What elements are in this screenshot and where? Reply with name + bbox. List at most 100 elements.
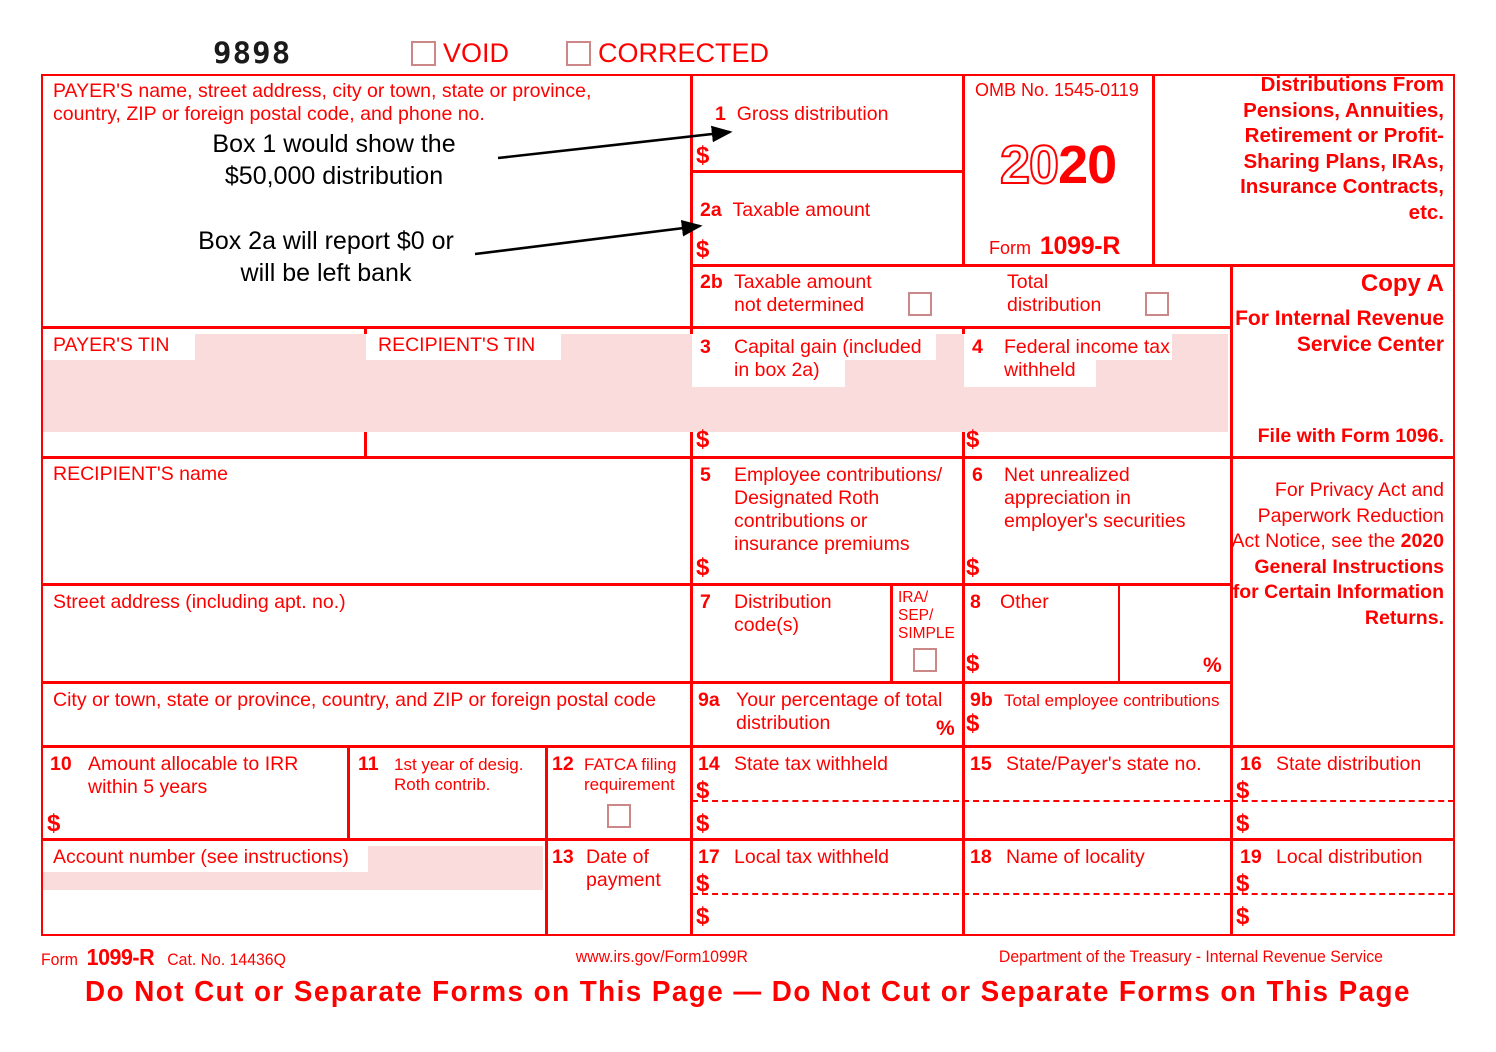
box9b-dollar-sign: $ bbox=[966, 710, 980, 737]
form-word: Form bbox=[989, 238, 1031, 258]
box9a-number: 9a bbox=[698, 689, 720, 711]
rule-box1-box2a bbox=[690, 170, 962, 173]
box9b-text: Total employee contributions bbox=[1004, 691, 1220, 710]
box16-dollar-sign-2: $ bbox=[1236, 810, 1250, 837]
box2a-number: 2a bbox=[700, 199, 722, 221]
void-label: VOID bbox=[443, 38, 510, 68]
divider-box9a-box9b bbox=[962, 681, 965, 745]
footer-form-number: 1099-R bbox=[86, 944, 155, 970]
recipient-name-label: RECIPIENT'S name bbox=[53, 463, 228, 485]
box11-text: 1st year of desig. Roth contrib. bbox=[394, 755, 524, 794]
box1-number: 1 bbox=[715, 103, 726, 125]
form-title: Distributions From Pensions, Annuities, … bbox=[1240, 73, 1444, 224]
box8-text: Other bbox=[1000, 591, 1049, 613]
box2a-label: 2a Taxable amount bbox=[700, 176, 870, 222]
annotation-box2a-note: Box 2a will report $0 or will be left ba… bbox=[198, 227, 454, 287]
box9b-number: 9b bbox=[970, 689, 993, 711]
divider-omb-right bbox=[1152, 74, 1155, 264]
footer-cat-no: Cat. No. 14436Q bbox=[167, 950, 286, 969]
box4-text: Federal income tax withheld bbox=[1004, 336, 1170, 381]
box1-text: Gross distribution bbox=[736, 103, 889, 125]
void-checkbox[interactable] bbox=[411, 41, 436, 66]
divider-box7-ira bbox=[890, 583, 893, 681]
box8-percent-sign: % bbox=[1203, 654, 1222, 677]
box7-number: 7 bbox=[700, 591, 711, 613]
box4-number: 4 bbox=[972, 336, 983, 358]
divider-left-column bbox=[690, 74, 693, 936]
box2a-text: Taxable amount bbox=[732, 199, 871, 221]
box6-dollar-sign: $ bbox=[966, 554, 980, 581]
form-number-block: Form 1099-R bbox=[989, 232, 1120, 261]
divider-box18-box19 bbox=[1230, 838, 1233, 936]
rule-recipient-row-top bbox=[41, 456, 1455, 459]
divider-box11-box12 bbox=[545, 745, 548, 838]
divider-account-box13 bbox=[545, 838, 548, 936]
box9a-percent-sign: % bbox=[936, 717, 955, 740]
corrected-checkbox[interactable] bbox=[566, 41, 591, 66]
do-not-cut-notice: Do Not Cut or Separate Forms on This Pag… bbox=[85, 976, 1411, 1008]
divider-box17-box18 bbox=[962, 838, 965, 936]
rule-box10-row-top bbox=[41, 745, 1455, 748]
box6-text: Net unrealized appreciation in employer'… bbox=[1004, 464, 1186, 532]
tax-year-hollow: 20 bbox=[999, 135, 1060, 195]
box7-text: Distribution code(s) bbox=[734, 591, 832, 636]
total-distribution-text: Total distribution bbox=[1007, 271, 1102, 316]
omb-number: OMB No. 1545-0119 bbox=[975, 80, 1139, 100]
box12-text: FATCA filing requirement bbox=[584, 755, 677, 794]
box4-dollar-sign: $ bbox=[966, 426, 980, 453]
box19-text: Local distribution bbox=[1276, 846, 1423, 868]
box11-number: 11 bbox=[358, 753, 379, 775]
box6-number: 6 bbox=[972, 464, 983, 486]
box1-label: 1 Gross distribution bbox=[715, 80, 888, 126]
box14-text: State tax withheld bbox=[734, 753, 888, 775]
box5-dollar-sign: $ bbox=[696, 554, 710, 581]
box12-number: 12 bbox=[552, 753, 574, 775]
footer-form-word: Form bbox=[41, 950, 78, 969]
footer-department: Department of the Treasury - Internal Re… bbox=[998, 947, 1383, 966]
rule-account-row-top bbox=[41, 838, 1455, 841]
rule-street-row-top bbox=[41, 583, 1230, 586]
dash-box16-rows bbox=[1232, 800, 1454, 802]
tax-year-solid: 20 bbox=[1058, 135, 1117, 195]
box8-dollar-sign: $ bbox=[966, 650, 980, 677]
divider-box8-percent bbox=[1118, 583, 1120, 681]
box10-dollar-sign: $ bbox=[47, 810, 61, 837]
box8-number: 8 bbox=[970, 591, 981, 613]
box10-text: Amount allocable to IRR within 5 years bbox=[88, 753, 299, 798]
box16-number: 16 bbox=[1240, 753, 1262, 775]
box3-text: Capital gain (included in box 2a) bbox=[734, 336, 922, 381]
box15-number: 15 bbox=[970, 753, 992, 775]
box19-number: 19 bbox=[1240, 846, 1262, 868]
footer-website[interactable]: www.irs.gov/Form1099R bbox=[576, 947, 748, 967]
box10-number: 10 bbox=[50, 753, 72, 775]
payer-tin-label: PAYER'S TIN bbox=[53, 334, 170, 356]
box13-number: 13 bbox=[552, 846, 574, 868]
box2b-number: 2b bbox=[700, 271, 723, 293]
void-control-number: 9898 bbox=[213, 36, 292, 70]
box2a-dollar-sign: $ bbox=[696, 236, 710, 263]
box18-number: 18 bbox=[970, 846, 992, 868]
divider-box14-box15 bbox=[962, 745, 965, 838]
box5-number: 5 bbox=[700, 464, 711, 486]
recipient-tin-label: RECIPIENT'S TIN bbox=[378, 334, 536, 356]
total-distribution-checkbox[interactable] bbox=[1145, 292, 1169, 316]
dash-state-rows bbox=[692, 800, 1230, 802]
box3-number: 3 bbox=[700, 336, 711, 358]
box9a-text: Your percentage of total distribution bbox=[736, 689, 943, 734]
dash-box19-rows bbox=[1232, 893, 1454, 895]
box16-text: State distribution bbox=[1276, 753, 1422, 775]
dash-local-rows bbox=[692, 893, 1230, 895]
box19-dollar-sign-1: $ bbox=[1236, 870, 1250, 897]
box14-dollar-sign-1: $ bbox=[696, 777, 710, 804]
box12-checkbox[interactable] bbox=[607, 804, 631, 828]
divider-box10-box11 bbox=[347, 745, 350, 838]
box18-text: Name of locality bbox=[1006, 846, 1145, 868]
rule-box2b-top bbox=[690, 264, 1455, 267]
footer-form-id: Form 1099-R Cat. No. 14436Q bbox=[41, 944, 286, 971]
ira-sep-simple-checkbox[interactable] bbox=[913, 648, 937, 672]
box3-dollar-sign: $ bbox=[696, 426, 710, 453]
box16-dollar-sign-1: $ bbox=[1236, 777, 1250, 804]
form-number: 1099-R bbox=[1039, 232, 1121, 260]
box2b-checkbox[interactable] bbox=[908, 292, 932, 316]
rule-city-row-top bbox=[41, 681, 1230, 684]
